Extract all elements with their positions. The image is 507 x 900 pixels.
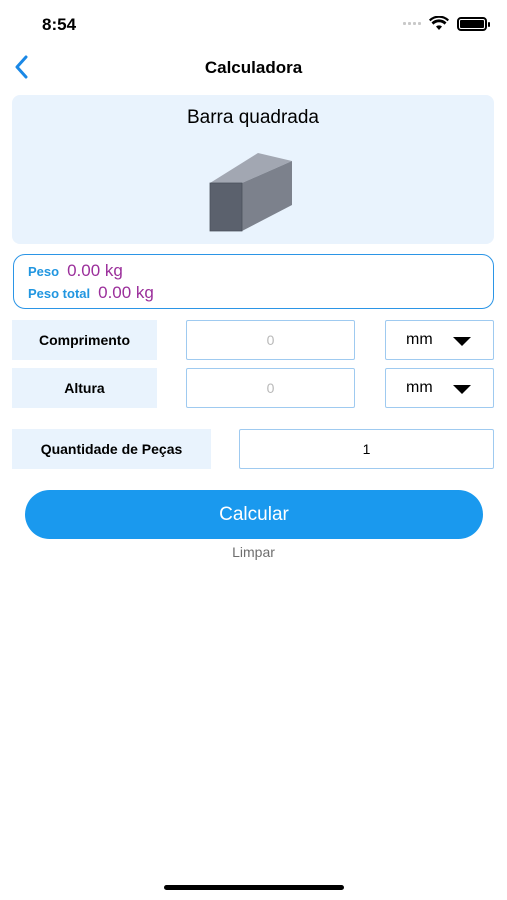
total-weight-label: Peso total (28, 286, 91, 301)
quantity-label: Quantidade de Peças (12, 429, 211, 469)
wifi-icon (429, 16, 449, 30)
home-indicator (164, 885, 344, 890)
weight-row: Peso 0.00 kg (28, 261, 123, 281)
result-box: Peso 0.00 kg Peso total 0.00 kg (13, 254, 494, 309)
total-weight-row: Peso total 0.00 kg (28, 283, 154, 303)
square-bar-image (209, 153, 292, 232)
quantity-input[interactable]: 1 (239, 429, 494, 469)
product-title: Barra quadrada (186, 107, 320, 128)
status-icons (403, 16, 490, 31)
weight-label: Peso (28, 264, 60, 279)
height-unit-select[interactable]: mm (385, 368, 494, 408)
height-unit-value: mm (406, 379, 433, 396)
caret-down-icon (453, 385, 471, 394)
height-input[interactable]: 0 (186, 368, 355, 408)
page-title: Calculadora (204, 58, 303, 77)
length-unit-value: mm (406, 331, 433, 348)
total-weight-value: 0.00 kg (98, 283, 154, 302)
product-card: Barra quadrada (12, 95, 494, 244)
signal-icon (403, 22, 421, 25)
calculate-button[interactable]: Calcular (25, 490, 483, 539)
height-label: Altura (12, 368, 157, 408)
length-label: Comprimento (12, 320, 157, 360)
battery-icon (457, 16, 490, 31)
clear-button[interactable]: Limpar (0, 544, 507, 560)
status-bar: 8:54 (0, 0, 507, 48)
caret-down-icon (453, 337, 471, 346)
nav-bar: Calculadora (0, 50, 507, 86)
weight-value: 0.00 kg (67, 261, 123, 280)
length-input[interactable]: 0 (186, 320, 355, 360)
length-unit-select[interactable]: mm (385, 320, 494, 360)
status-time: 8:54 (42, 15, 77, 34)
